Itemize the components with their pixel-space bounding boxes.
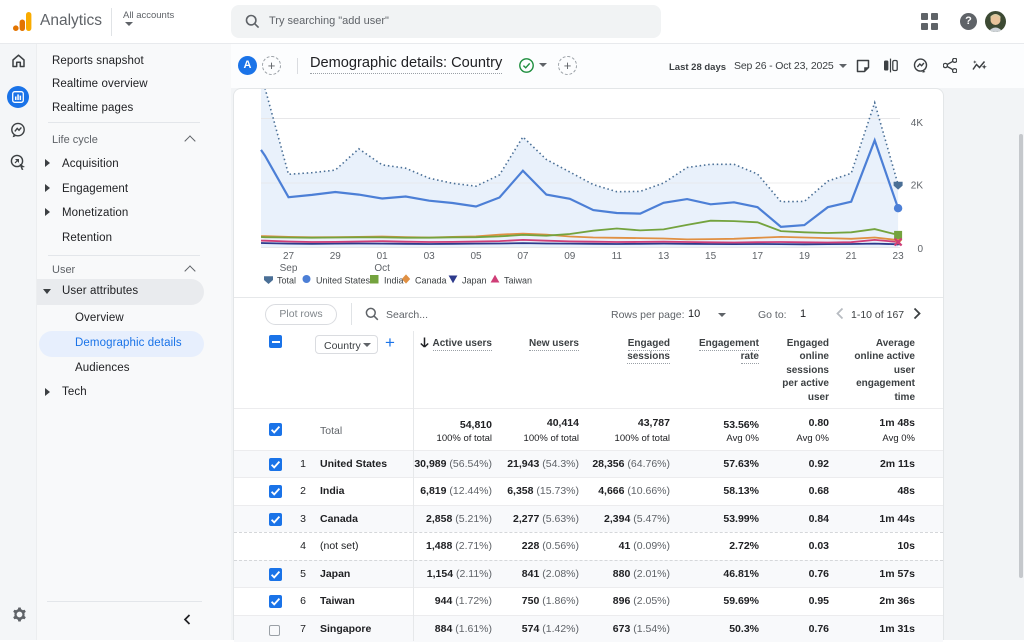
svg-text:India: India (384, 276, 404, 286)
svg-text:01: 01 (377, 251, 389, 262)
svg-text:11: 11 (612, 251, 623, 262)
svg-text:13: 13 (658, 251, 670, 262)
svg-text:Japan: Japan (462, 276, 487, 286)
svg-text:Total: Total (277, 276, 296, 286)
svg-text:0: 0 (917, 244, 923, 255)
svg-text:09: 09 (564, 251, 576, 262)
svg-text:4K: 4K (911, 118, 924, 129)
svg-text:05: 05 (470, 251, 482, 262)
svg-text:19: 19 (799, 251, 811, 262)
svg-text:Sep: Sep (280, 263, 298, 274)
svg-text:23: 23 (893, 251, 905, 262)
svg-text:Oct: Oct (374, 263, 390, 274)
svg-text:17: 17 (752, 251, 764, 262)
svg-text:07: 07 (517, 251, 529, 262)
svg-text:03: 03 (424, 251, 436, 262)
svg-text:Taiwan: Taiwan (504, 276, 532, 286)
svg-text:15: 15 (705, 251, 717, 262)
svg-text:27: 27 (283, 251, 295, 262)
svg-text:29: 29 (330, 251, 342, 262)
svg-text:21: 21 (846, 251, 858, 262)
svg-text:2K: 2K (911, 181, 924, 192)
svg-text:United States: United States (316, 276, 371, 286)
svg-text:Canada: Canada (415, 276, 447, 286)
